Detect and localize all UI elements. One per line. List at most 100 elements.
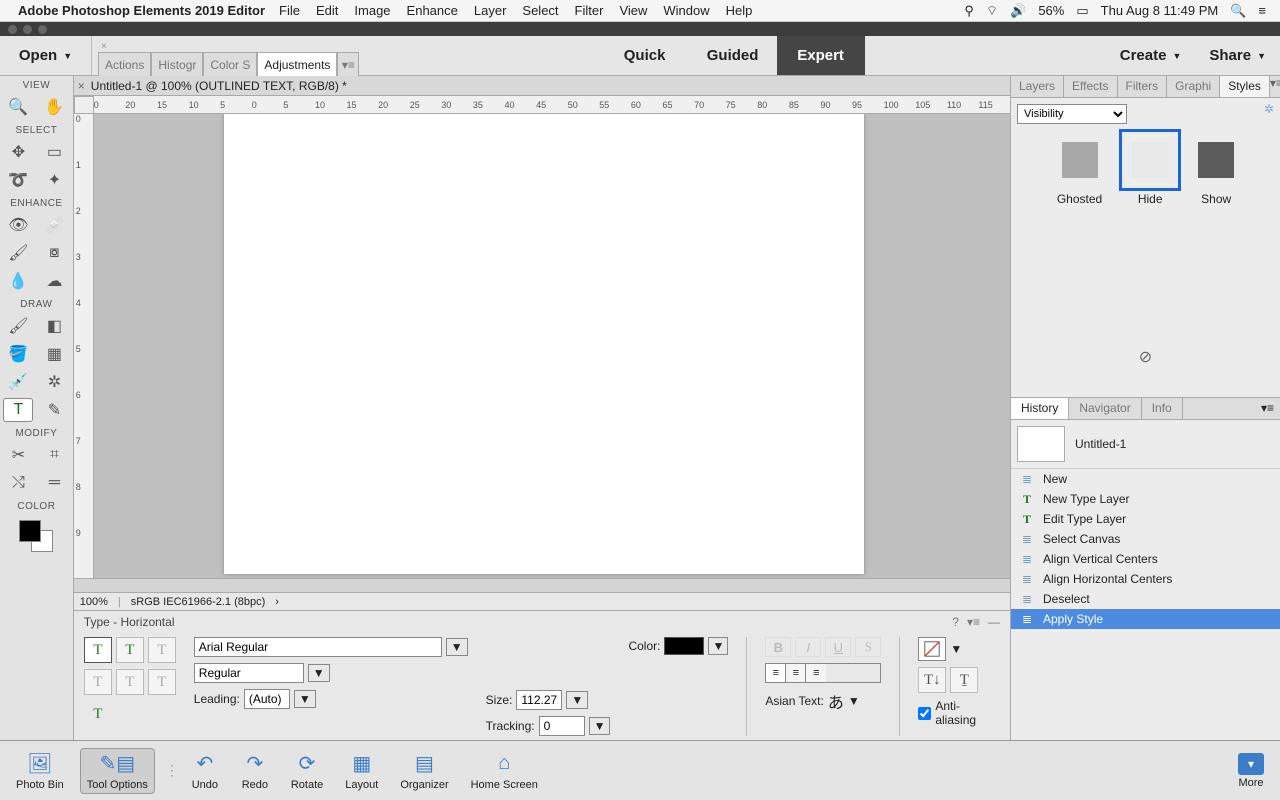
- brush-tool-icon[interactable]: 🖌: [3, 314, 33, 338]
- straighten-tool-icon[interactable]: ═: [39, 471, 69, 495]
- chevron-down-icon[interactable]: ▼: [308, 664, 330, 682]
- document-tab[interactable]: × Untitled-1 @ 100% (OUTLINED TEXT, RGB/…: [74, 76, 1010, 96]
- paint-bucket-tool-icon[interactable]: 🪣: [3, 342, 33, 366]
- close-doc-icon[interactable]: ×: [78, 79, 85, 93]
- horizontal-scrollbar[interactable]: [74, 578, 1010, 592]
- minimize-window-icon[interactable]: [23, 25, 32, 34]
- asian-text-icon[interactable]: あ: [828, 689, 844, 713]
- open-button[interactable]: Open▼: [0, 36, 92, 75]
- menu-file[interactable]: File: [279, 3, 300, 18]
- antialias-checkbox[interactable]: [918, 707, 931, 720]
- menu-window[interactable]: Window: [663, 3, 709, 18]
- eraser-tool-icon[interactable]: ◧: [39, 314, 69, 338]
- mode-guided[interactable]: Guided: [689, 36, 777, 75]
- text-orientation-toggle-icon[interactable]: T↓: [918, 667, 946, 693]
- tab-layers[interactable]: Layers: [1011, 76, 1064, 97]
- horizontal-type-icon[interactable]: T: [84, 637, 112, 663]
- menu-enhance[interactable]: Enhance: [407, 3, 458, 18]
- quick-select-tool-icon[interactable]: ✦: [39, 168, 69, 192]
- sponge-tool-icon[interactable]: ☁: [39, 269, 69, 293]
- history-row[interactable]: TEdit Type Layer: [1011, 509, 1280, 529]
- wifi-icon[interactable]: ⌔: [986, 3, 998, 19]
- menu-help[interactable]: Help: [726, 3, 753, 18]
- smart-brush-tool-icon[interactable]: 🖌: [3, 241, 33, 265]
- shape-tool-icon[interactable]: ✲: [39, 370, 69, 394]
- spotlight-icon[interactable]: 🔍: [1230, 3, 1246, 19]
- foreground-color[interactable]: [19, 520, 41, 542]
- tab-histogram[interactable]: Histogr: [151, 52, 203, 76]
- zoom-tool-icon[interactable]: 🔍: [3, 95, 33, 119]
- tab-styles[interactable]: Styles: [1220, 76, 1270, 97]
- taskbar-home-screen[interactable]: ⌂Home Screen: [465, 749, 544, 793]
- hand-tool-icon[interactable]: ✋: [39, 95, 69, 119]
- vertical-type-icon[interactable]: T: [116, 637, 144, 663]
- warp-none-icon[interactable]: [918, 637, 946, 661]
- pencil-tool-icon[interactable]: ✎: [39, 398, 69, 422]
- canvas-viewport[interactable]: [94, 114, 1010, 578]
- move-tool-icon[interactable]: ✥: [3, 140, 33, 164]
- chevron-down-icon[interactable]: ▼: [589, 717, 611, 735]
- chevron-down-icon[interactable]: ▼: [294, 690, 316, 708]
- close-icon[interactable]: ×: [101, 41, 107, 52]
- panel-menu-icon[interactable]: ▾≡: [1270, 76, 1280, 97]
- chevron-down-icon[interactable]: ▼: [446, 638, 468, 656]
- recompose-tool-icon[interactable]: ⌗: [39, 443, 69, 467]
- create-button[interactable]: Create▼: [1106, 47, 1196, 64]
- font-family-input[interactable]: [194, 637, 442, 657]
- color-profile[interactable]: sRGB IEC61966-2.1 (8bpc): [131, 596, 266, 608]
- menu-layer[interactable]: Layer: [474, 3, 507, 18]
- italic-button[interactable]: I: [795, 637, 821, 657]
- taskbar-undo[interactable]: ↶Undo: [185, 749, 225, 793]
- zoom-level[interactable]: 100%: [80, 596, 108, 608]
- content-move-tool-icon[interactable]: ⤭: [3, 471, 33, 495]
- help-icon[interactable]: ?: [952, 615, 959, 629]
- menu-filter[interactable]: Filter: [575, 3, 604, 18]
- align-right-button[interactable]: ≡: [806, 664, 826, 682]
- menu-extras-icon[interactable]: ≡: [1258, 3, 1266, 18]
- type-selection-icon[interactable]: T: [148, 669, 176, 695]
- menu-view[interactable]: View: [619, 3, 647, 18]
- history-row[interactable]: ≣Deselect: [1011, 589, 1280, 609]
- tab-filters[interactable]: Filters: [1118, 76, 1168, 97]
- history-row[interactable]: ≣Apply Style: [1011, 609, 1280, 629]
- taskbar-photo-bin[interactable]: 🖼Photo Bin: [10, 749, 70, 793]
- color-swatch[interactable]: [15, 518, 57, 552]
- type-on-path-icon[interactable]: T: [84, 669, 112, 695]
- chevron-down-icon[interactable]: ▼: [848, 694, 860, 708]
- tab-adjustments[interactable]: Adjustments: [257, 52, 337, 76]
- underline-button[interactable]: U: [825, 637, 851, 657]
- bluetooth-icon[interactable]: ⚲: [964, 3, 974, 19]
- panel-menu-icon[interactable]: ▾≡: [967, 615, 980, 629]
- lasso-tool-icon[interactable]: ➰: [3, 168, 33, 192]
- taskbar-redo[interactable]: ↷Redo: [235, 749, 275, 793]
- eyedropper-tool-icon[interactable]: 💉: [3, 370, 33, 394]
- style-hide[interactable]: Hide: [1132, 142, 1168, 206]
- style-ghosted[interactable]: Ghosted: [1057, 142, 1102, 206]
- warp-text-icon[interactable]: T: [84, 701, 112, 727]
- type-mask-icon[interactable]: T: [148, 637, 176, 663]
- tab-info[interactable]: Info: [1142, 398, 1183, 419]
- chevron-down-icon[interactable]: ▼: [566, 691, 588, 709]
- chevron-right-icon[interactable]: ›: [275, 596, 279, 608]
- styles-category-select[interactable]: Visibility: [1017, 104, 1127, 124]
- blur-tool-icon[interactable]: 💧: [3, 269, 33, 293]
- leading-input[interactable]: [244, 689, 290, 709]
- tab-graphics[interactable]: Graphi: [1167, 76, 1220, 97]
- history-row[interactable]: TNew Type Layer: [1011, 489, 1280, 509]
- history-row[interactable]: ≣New: [1011, 469, 1280, 489]
- align-left-button[interactable]: ≡: [766, 664, 786, 682]
- redeye-tool-icon[interactable]: 👁: [3, 213, 33, 237]
- bold-button[interactable]: B: [765, 637, 791, 657]
- share-button[interactable]: Share▼: [1195, 47, 1280, 64]
- menu-edit[interactable]: Edit: [316, 3, 338, 18]
- strikethrough-button[interactable]: S: [855, 637, 881, 657]
- tab-overflow-icon[interactable]: ▾≡: [337, 52, 359, 76]
- tracking-input[interactable]: [539, 716, 585, 736]
- align-center-button[interactable]: ≡: [786, 664, 806, 682]
- close-window-icon[interactable]: [8, 25, 17, 34]
- taskbar-more[interactable]: ▾More: [1232, 751, 1270, 791]
- tab-actions[interactable]: ×Actions: [98, 52, 151, 76]
- spot-heal-tool-icon[interactable]: 🩹: [39, 213, 69, 237]
- chevron-down-icon[interactable]: ▼: [950, 642, 962, 656]
- collapse-icon[interactable]: —: [988, 615, 1000, 629]
